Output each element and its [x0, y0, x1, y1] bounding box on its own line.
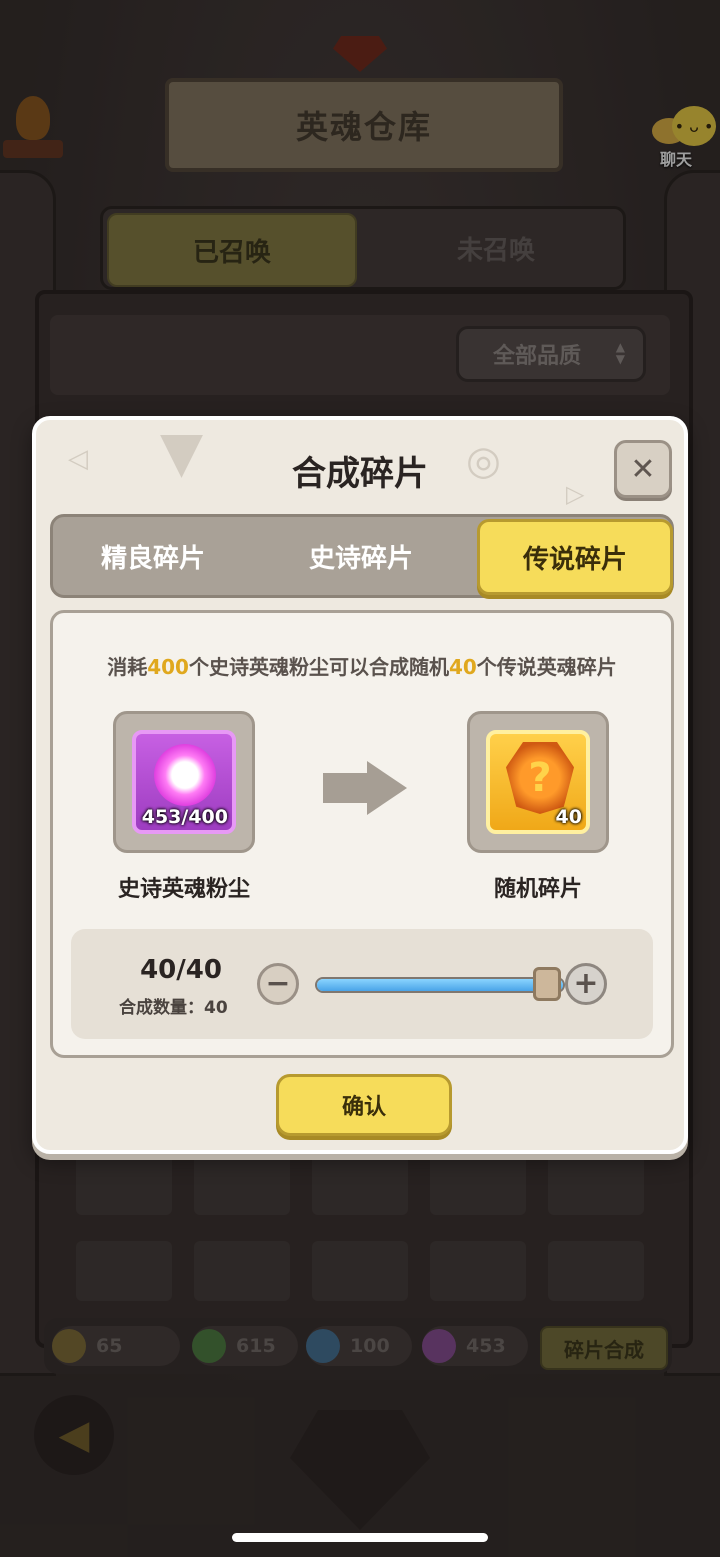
close-button[interactable]: ✕ — [614, 440, 672, 498]
quantity-amount: 40/40 — [140, 955, 222, 985]
quantity-selector: 40/40 合成数量：40 − + — [71, 929, 653, 1039]
home-indicator — [232, 1533, 488, 1542]
close-icon: ✕ — [630, 451, 656, 487]
increase-button[interactable]: + — [565, 963, 607, 1005]
output-item-slot[interactable]: ? 40 — [467, 711, 609, 853]
arrow-right-icon — [323, 761, 407, 815]
plus-icon: + — [573, 966, 599, 1001]
fragment-tabs: 精良碎片 史诗碎片 传说碎片 — [50, 514, 674, 598]
quantity-slider-track[interactable] — [315, 977, 565, 993]
quantity-slider-handle[interactable] — [533, 967, 561, 1001]
epic-soul-dust-icon: 453/400 — [132, 730, 236, 834]
cost-amount: 400 — [147, 655, 189, 679]
output-item-count: 40 — [555, 806, 582, 828]
question-mark-icon: ? — [506, 742, 574, 814]
output-item-label: 随机碎片 — [493, 877, 582, 902]
input-item-count: 453/400 — [141, 806, 228, 828]
quantity-slider-fill — [317, 979, 563, 991]
tab-rare-fragments[interactable]: 精良碎片 — [53, 517, 253, 595]
minus-icon: − — [265, 966, 291, 1001]
merge-panel: 消耗400个史诗英魂粉尘可以合成随机40个传说英魂碎片 453/400 ? 40… — [50, 610, 674, 1058]
tab-legendary-fragments[interactable]: 传说碎片 — [477, 519, 673, 595]
confirm-button[interactable]: 确认 — [276, 1074, 452, 1136]
tab-epic-fragments[interactable]: 史诗碎片 — [261, 517, 461, 595]
input-item-slot[interactable]: 453/400 — [113, 711, 255, 853]
merge-description: 消耗400个史诗英魂粉尘可以合成随机40个传说英魂碎片 — [107, 655, 617, 679]
input-item-label: 史诗英魂粉尘 — [117, 877, 250, 902]
merge-fragments-dialog: ◁ ▼ ◎ ▷ 合成碎片 ✕ 精良碎片 史诗碎片 传说碎片 消耗400个史诗英魂… — [32, 416, 688, 1154]
quantity-label: 合成数量：40 — [119, 998, 228, 1018]
random-legendary-fragment-icon: ? 40 — [486, 730, 590, 834]
dialog-title: 合成碎片 — [292, 454, 428, 494]
decrease-button[interactable]: − — [257, 963, 299, 1005]
yield-amount: 40 — [448, 655, 477, 679]
